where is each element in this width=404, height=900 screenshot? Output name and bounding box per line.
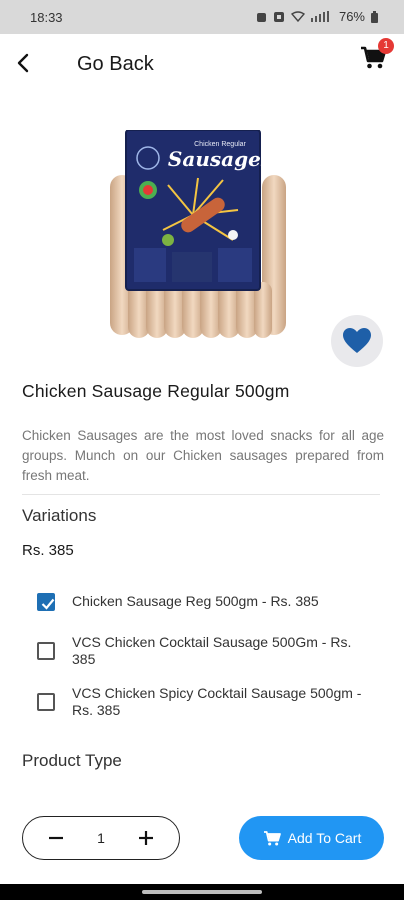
quantity-stepper: 1 bbox=[22, 816, 180, 860]
pack-title-text: Sausages bbox=[168, 147, 272, 171]
alarm-icon bbox=[273, 11, 284, 22]
status-time: 18:33 bbox=[30, 10, 63, 25]
product-description: Chicken Sausages are the most loved snac… bbox=[22, 428, 384, 483]
product-price: Rs. 385 bbox=[22, 542, 74, 559]
home-gesture-bar[interactable] bbox=[142, 890, 262, 894]
checkbox[interactable] bbox=[37, 642, 55, 660]
plus-icon bbox=[139, 831, 153, 845]
app-header: Go Back bbox=[0, 34, 404, 92]
add-to-cart-label: Add To Cart bbox=[287, 830, 362, 846]
variation-option[interactable]: VCS Chicken Spicy Cocktail Sausage 500gm… bbox=[37, 684, 361, 720]
system-nav-bar bbox=[0, 884, 404, 900]
quantity-value: 1 bbox=[97, 830, 105, 846]
back-button[interactable] bbox=[10, 48, 38, 78]
back-arrow-icon bbox=[17, 53, 29, 73]
checkbox-checked[interactable] bbox=[37, 593, 55, 611]
signal-icon bbox=[310, 11, 329, 22]
checkmark-icon bbox=[41, 598, 55, 610]
notification-icon bbox=[256, 12, 266, 22]
favorite-button[interactable] bbox=[331, 315, 383, 367]
variation-option-label: VCS Chicken Spicy Cocktail Sausage 500gm… bbox=[72, 685, 362, 718]
cart-count-badge: 1 bbox=[378, 38, 394, 54]
cart-icon bbox=[263, 831, 281, 846]
variation-option-label: Chicken Sausage Reg 500gm - Rs. 385 bbox=[72, 593, 319, 609]
battery-percent: 76% bbox=[338, 9, 365, 24]
checkbox[interactable] bbox=[37, 693, 55, 711]
product-type-heading: Product Type bbox=[22, 751, 122, 770]
battery-icon bbox=[371, 10, 378, 23]
variation-option[interactable]: Chicken Sausage Reg 500gm - Rs. 385 bbox=[37, 592, 357, 612]
minus-icon bbox=[49, 836, 63, 840]
sausage-pack-illustration: Chicken Regular Sausages bbox=[110, 129, 286, 338]
wifi-icon bbox=[290, 11, 305, 22]
divider bbox=[22, 494, 380, 495]
product-title: Chicken Sausage Regular 500gm bbox=[22, 381, 290, 401]
variation-option[interactable]: VCS Chicken Cocktail Sausage 500Gm - Rs.… bbox=[37, 633, 357, 669]
increase-quantity-button[interactable] bbox=[135, 827, 157, 849]
status-icons: 76% bbox=[256, 9, 378, 24]
decrease-quantity-button[interactable] bbox=[45, 827, 67, 849]
heart-icon bbox=[343, 328, 371, 353]
go-back-label[interactable]: Go Back bbox=[77, 53, 154, 76]
variations-heading: Variations bbox=[22, 506, 97, 525]
add-to-cart-button[interactable]: Add To Cart bbox=[239, 816, 384, 860]
product-image: Chicken Regular Sausages bbox=[108, 129, 288, 340]
variation-option-label: VCS Chicken Cocktail Sausage 500Gm - Rs.… bbox=[72, 634, 352, 667]
status-bar: 18:33 76% bbox=[0, 0, 404, 34]
